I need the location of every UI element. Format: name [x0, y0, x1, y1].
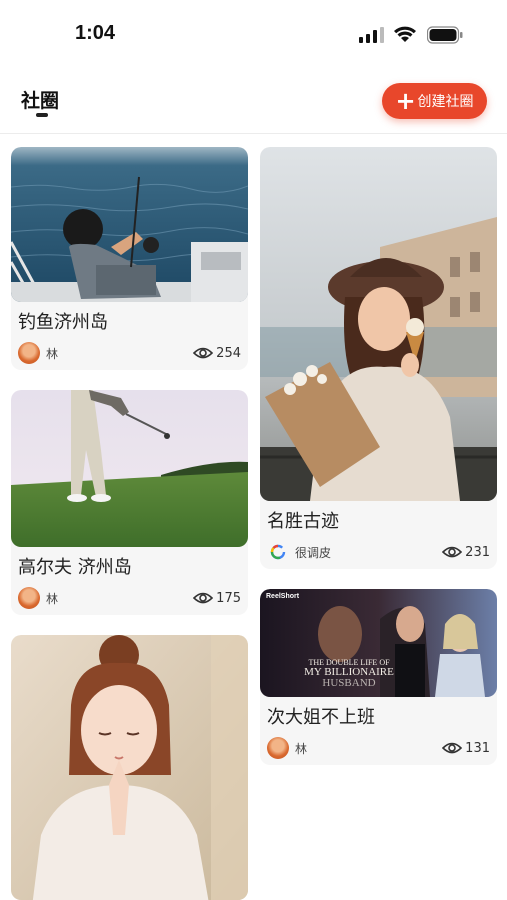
page-title[interactable]: 社圈: [21, 86, 59, 113]
eye-icon: [442, 742, 463, 754]
author-name: 林: [295, 741, 308, 756]
card-image-fishing: [11, 147, 248, 302]
cellular-signal-icon: [359, 27, 384, 43]
card-image-praying-girl: [11, 635, 248, 900]
view-count: 131: [442, 731, 490, 765]
card-title: 高尔夫 济州岛: [18, 557, 132, 578]
battery-icon: [427, 26, 463, 44]
author-avatar[interactable]: [18, 587, 40, 609]
circle-card[interactable]: 名胜古迹 很调皮 231: [260, 147, 497, 569]
card-image-golf: [11, 390, 248, 547]
view-count: 231: [442, 535, 490, 569]
circle-card[interactable]: [11, 635, 248, 900]
view-count-value: 131: [465, 740, 490, 756]
eye-icon: [193, 347, 214, 359]
card-meta: 很调皮 231: [260, 535, 497, 569]
view-count: 175: [193, 581, 241, 615]
author-name: 很调皮: [295, 545, 332, 560]
page-header: 社圈 + 创建社圈: [0, 78, 507, 134]
eye-icon: [442, 546, 463, 558]
card-meta: 林 254: [11, 336, 248, 370]
plus-icon: +: [395, 87, 416, 115]
create-circle-label: 创建社圈: [417, 94, 474, 110]
circle-card[interactable]: 高尔夫 济州岛 林 175: [11, 390, 248, 615]
author-avatar[interactable]: [267, 737, 289, 759]
google-logo-icon[interactable]: [267, 541, 289, 563]
card-meta: 林 131: [260, 731, 497, 765]
view-count: 254: [193, 336, 241, 370]
view-count-value: 175: [216, 590, 241, 606]
poster-headline-line3: HUSBAND: [322, 677, 376, 689]
author-name: 林: [46, 591, 59, 606]
create-circle-button[interactable]: + 创建社圈: [382, 83, 487, 119]
author-name: 林: [46, 346, 59, 361]
view-count-value: 231: [465, 544, 490, 560]
status-time: 1:04: [75, 22, 116, 44]
wifi-icon: [394, 26, 416, 42]
card-image-woman: [260, 147, 497, 501]
eye-icon: [193, 592, 214, 604]
title-indicator: [36, 113, 48, 117]
card-image-drama-poster: ReelShort THE DOUBLE LIFE OF MY BILLIONA…: [260, 589, 497, 697]
circle-card[interactable]: ReelShort THE DOUBLE LIFE OF MY BILLIONA…: [260, 589, 497, 765]
author-avatar[interactable]: [18, 342, 40, 364]
card-title: 次大姐不上班: [267, 707, 375, 728]
circle-card[interactable]: 钓鱼济州岛 林 254: [11, 147, 248, 370]
poster-brand: ReelShort: [266, 593, 300, 600]
card-meta: 林 175: [11, 581, 248, 615]
poster-headline: THE DOUBLE LIFE OF MY BILLIONAIRE HUSBAN…: [294, 659, 404, 689]
status-bar: 1:04: [0, 0, 507, 70]
card-title: 名胜古迹: [267, 511, 339, 532]
card-title: 钓鱼济州岛: [18, 312, 108, 333]
view-count-value: 254: [216, 345, 241, 361]
